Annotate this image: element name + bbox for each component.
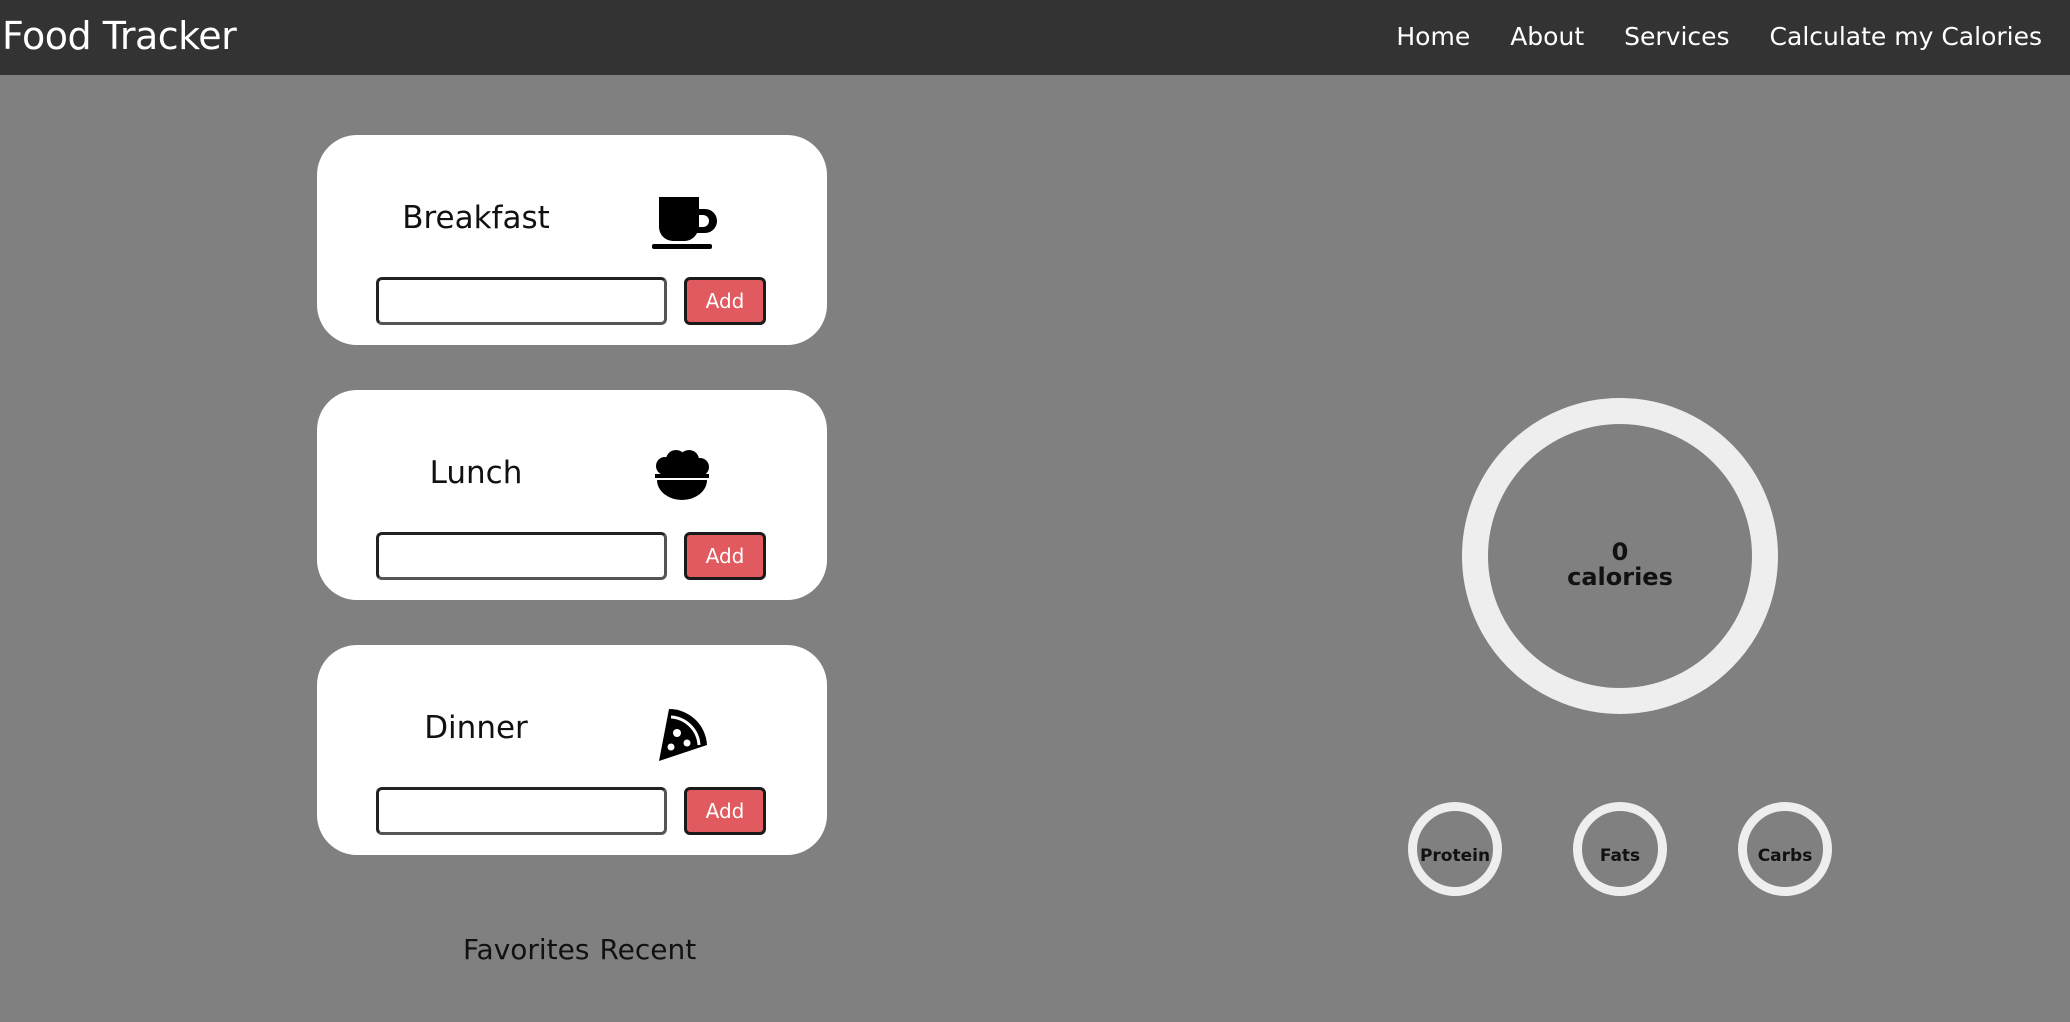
bowl-icon: [655, 450, 709, 500]
coffee-cup-icon: [652, 197, 717, 249]
lunch-add-button[interactable]: Add: [684, 532, 766, 580]
nav-services[interactable]: Services: [1624, 20, 1729, 54]
dinner-add-button[interactable]: Add: [684, 787, 766, 835]
lunch-input[interactable]: [376, 532, 667, 580]
tab-favorites[interactable]: Favorites: [463, 931, 589, 969]
brand-title[interactable]: Food Tracker: [2, 12, 237, 60]
calorie-readout: 0 calories: [1462, 540, 1778, 590]
protein-label: Protein: [1419, 846, 1491, 866]
breakfast-input[interactable]: [376, 277, 667, 325]
navbar: Food Tracker Home About Services Calcula…: [0, 0, 2070, 75]
nav-calculate-calories[interactable]: Calculate my Calories: [1770, 20, 2042, 54]
carbs-label: Carbs: [1757, 846, 1813, 866]
nav-about[interactable]: About: [1510, 20, 1584, 54]
calorie-value: 0: [1611, 538, 1629, 566]
tab-recent[interactable]: Recent: [599, 931, 696, 969]
dinner-title: Dinner: [424, 710, 528, 746]
breakfast-card: Breakfast Add: [317, 135, 827, 345]
dinner-input[interactable]: [376, 787, 667, 835]
lunch-title: Lunch: [429, 455, 523, 491]
breakfast-add-button[interactable]: Add: [684, 277, 766, 325]
lunch-card: Lunch Add: [317, 390, 827, 600]
calorie-label: calories: [1567, 563, 1673, 591]
nav-home[interactable]: Home: [1396, 20, 1470, 54]
dinner-card: Dinner Add: [317, 645, 827, 855]
pizza-slice-icon: [659, 708, 707, 761]
fats-label: Fats: [1599, 846, 1641, 866]
breakfast-title: Breakfast: [402, 200, 550, 236]
tabs: Favorites Recent: [463, 931, 696, 969]
nav-links: Home About Services Calculate my Calorie…: [1396, 20, 2042, 54]
